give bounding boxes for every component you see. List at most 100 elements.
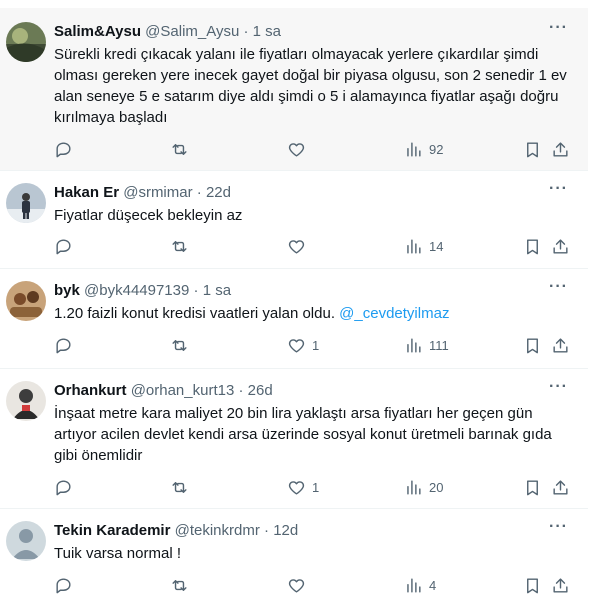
share-icon [553, 239, 568, 254]
views-button[interactable]: 92 [404, 140, 443, 159]
heart-icon [288, 143, 305, 157]
reply-tweet[interactable]: byk @byk44497139 · 1 sa ··· 1.20 faizli … [0, 269, 588, 369]
repost-button[interactable] [170, 336, 189, 355]
timestamp[interactable]: 22d [206, 184, 231, 201]
action-bar: 4 [54, 566, 574, 606]
reply-feed: Salim&Aysu @Salim_Aysu · 1 sa ··· Sürekl… [0, 8, 588, 601]
share-button[interactable] [551, 237, 570, 256]
repost-icon [172, 580, 187, 591]
reply-icon [56, 239, 71, 255]
author-handle[interactable]: @srmimar [123, 184, 192, 201]
action-bar: 1 111 [54, 326, 574, 366]
repost-icon [172, 241, 187, 252]
separator-dot: · [264, 522, 270, 539]
more-options-icon[interactable]: ··· [549, 379, 568, 395]
tweet-text: Tuik varsa normal ! [54, 545, 181, 562]
analytics-icon [407, 480, 421, 495]
view-count: 14 [429, 239, 444, 254]
author-name[interactable]: byk [54, 282, 80, 299]
timestamp[interactable]: 1 sa [253, 23, 281, 40]
share-icon [553, 142, 568, 157]
more-options-icon[interactable]: ··· [549, 181, 568, 197]
analytics-icon [407, 239, 421, 254]
repost-button[interactable] [170, 478, 189, 497]
separator-dot: · [243, 23, 249, 40]
reply-icon [56, 142, 71, 158]
mention-link[interactable]: @_cevdetyilmaz [339, 305, 449, 322]
author-handle[interactable]: @byk44497139 [84, 282, 189, 299]
reply-button[interactable] [54, 478, 73, 497]
views-button[interactable]: 111 [404, 336, 449, 355]
timestamp[interactable]: 1 sa [203, 282, 231, 299]
separator-dot: · [193, 282, 199, 299]
share-button[interactable] [551, 140, 570, 159]
reply-icon [56, 578, 71, 594]
tweet-text: 1.20 faizli konut kredisi vaatleri yalan… [54, 305, 335, 322]
share-button[interactable] [551, 478, 570, 497]
bookmark-button[interactable] [523, 140, 542, 159]
action-bar: 1 20 [54, 468, 574, 508]
timestamp[interactable]: 26d [248, 382, 273, 399]
author-handle[interactable]: @Salim_Aysu [145, 23, 239, 40]
tweet-header: Salim&Aysu @Salim_Aysu · 1 sa [54, 8, 574, 42]
analytics-icon [407, 142, 421, 157]
reply-tweet[interactable]: Orhankurt @orhan_kurt13 · 26d ··· İnşaat… [0, 369, 588, 509]
timestamp[interactable]: 12d [273, 522, 298, 539]
views-button[interactable]: 20 [404, 478, 443, 497]
reply-tweet[interactable]: Tekin Karademir @tekinkrdmr · 12d ··· Tu… [0, 509, 588, 601]
share-button[interactable] [551, 576, 570, 595]
action-bar: 92 [54, 130, 574, 170]
more-options-icon[interactable]: ··· [549, 519, 568, 535]
views-button[interactable]: 14 [404, 237, 443, 256]
bookmark-button[interactable] [523, 336, 542, 355]
bookmark-button[interactable] [523, 237, 542, 256]
author-handle[interactable]: @orhan_kurt13 [131, 382, 235, 399]
author-name[interactable]: Tekin Karademir [54, 522, 170, 539]
author-name[interactable]: Hakan Er [54, 184, 119, 201]
avatar[interactable] [6, 183, 46, 223]
reply-button[interactable] [54, 576, 73, 595]
share-icon [553, 338, 568, 353]
author-handle[interactable]: @tekinkrdmr [175, 522, 260, 539]
bookmark-icon [527, 142, 538, 158]
reply-button[interactable] [54, 336, 73, 355]
repost-button[interactable] [170, 237, 189, 256]
view-count: 20 [429, 480, 444, 495]
reply-tweet[interactable]: Hakan Er @srmimar · 22d ··· Fiyatlar düş… [0, 171, 588, 269]
tweet-header: Orhankurt @orhan_kurt13 · 26d [54, 369, 574, 401]
more-options-icon[interactable]: ··· [549, 20, 568, 36]
view-count: 92 [429, 142, 444, 157]
repost-button[interactable] [170, 140, 189, 159]
like-button[interactable] [287, 237, 312, 256]
like-button[interactable]: 1 [287, 336, 319, 355]
reply-button[interactable] [54, 140, 73, 159]
author-name[interactable]: Salim&Aysu [54, 23, 141, 40]
reply-button[interactable] [54, 237, 73, 256]
like-button[interactable] [287, 140, 312, 159]
repost-icon [172, 144, 187, 155]
avatar[interactable] [6, 22, 46, 62]
bookmark-button[interactable] [523, 478, 542, 497]
tweet-text: Fiyatlar düşecek bekleyin az [54, 207, 243, 224]
author-name[interactable]: Orhankurt [54, 382, 127, 399]
like-count: 1 [312, 480, 320, 495]
heart-icon [288, 339, 305, 353]
separator-dot: · [238, 382, 244, 399]
avatar[interactable] [6, 281, 46, 321]
like-count: 1 [312, 338, 320, 353]
avatar[interactable] [6, 521, 46, 561]
reply-tweet[interactable]: Salim&Aysu @Salim_Aysu · 1 sa ··· Sürekl… [0, 8, 588, 171]
bookmark-button[interactable] [523, 576, 542, 595]
heart-icon [288, 579, 305, 593]
more-options-icon[interactable]: ··· [549, 279, 568, 295]
bookmark-icon [527, 578, 538, 594]
share-button[interactable] [551, 336, 570, 355]
bookmark-icon [527, 480, 538, 496]
repost-button[interactable] [170, 576, 189, 595]
like-button[interactable]: 1 [287, 478, 319, 497]
like-button[interactable] [287, 576, 312, 595]
action-bar: 14 [54, 227, 574, 267]
views-button[interactable]: 4 [404, 576, 436, 595]
bookmark-icon [527, 239, 538, 255]
avatar[interactable] [6, 381, 46, 421]
